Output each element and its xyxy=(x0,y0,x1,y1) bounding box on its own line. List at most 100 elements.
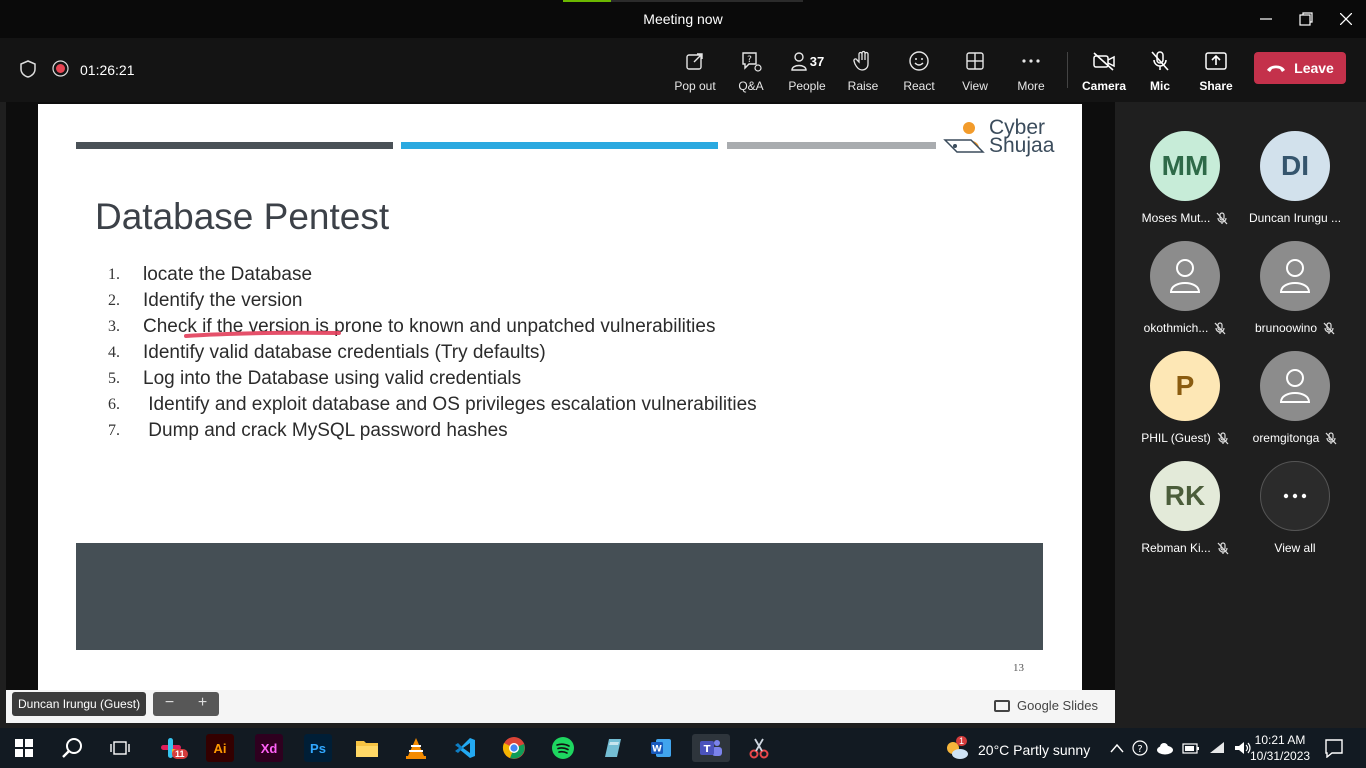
content-source-label: Google Slides xyxy=(1017,698,1098,713)
pop-out-button[interactable]: Pop out xyxy=(667,48,723,94)
bullet-number: 1. xyxy=(108,266,120,283)
taskbar-xd[interactable]: Xd xyxy=(255,734,283,762)
taskbar-search-button[interactable] xyxy=(58,734,86,762)
onedrive-cloud-icon[interactable] xyxy=(1156,741,1174,755)
avatar xyxy=(1150,241,1220,311)
participant-tile[interactable]: P PHIL (Guest) xyxy=(1130,351,1240,445)
illustrator-icon: Ai xyxy=(213,740,227,756)
system-tray: ? xyxy=(1110,740,1252,756)
avatar xyxy=(1260,241,1330,311)
participant-tile[interactable]: brunoowino xyxy=(1240,241,1350,335)
participant-name-row: View all xyxy=(1240,541,1350,555)
close-button[interactable] xyxy=(1334,8,1358,30)
people-label: People xyxy=(788,79,826,93)
slide-accent-bar-3 xyxy=(727,142,936,149)
participant-tile[interactable]: okothmich... xyxy=(1130,241,1240,335)
more-icon xyxy=(1022,59,1040,63)
slide-footer-block xyxy=(76,543,1043,650)
chrome-icon xyxy=(502,737,525,759)
taskbar-chrome[interactable] xyxy=(500,734,528,762)
help-icon[interactable]: ? xyxy=(1132,740,1148,756)
avatar: P xyxy=(1150,351,1220,421)
shield-icon[interactable] xyxy=(20,60,36,78)
pop-out-label: Pop out xyxy=(674,79,716,93)
share-button[interactable]: Share xyxy=(1188,48,1244,94)
mic-label: Mic xyxy=(1149,79,1170,93)
leave-label: Leave xyxy=(1294,60,1334,76)
zoom-out-button[interactable]: − xyxy=(153,692,186,716)
participant-name: Duncan Irungu ... xyxy=(1248,211,1342,225)
slide-bullet-item: 7. Dump and crack MySQL password hashes xyxy=(108,418,757,444)
zoom-in-button[interactable]: + xyxy=(186,692,219,716)
mic-off-icon xyxy=(1151,51,1169,71)
taskbar-photoshop[interactable]: Ps xyxy=(304,734,332,762)
mic-muted-icon xyxy=(1325,431,1337,444)
zoom-control: − + xyxy=(153,692,219,716)
people-count: 37 xyxy=(809,53,825,69)
view-label: View xyxy=(962,79,988,93)
camera-off-icon xyxy=(1093,52,1115,71)
taskbar-illustrator[interactable]: Ai xyxy=(206,734,234,762)
participant-tile[interactable]: MM Moses Mut... xyxy=(1130,131,1240,225)
raise-hand-button[interactable]: Raise xyxy=(835,48,891,94)
svg-text:?: ? xyxy=(747,55,752,65)
leave-button[interactable]: Leave xyxy=(1254,52,1346,84)
wifi-icon[interactable] xyxy=(1208,741,1226,755)
participant-tile[interactable]: oremgitonga xyxy=(1240,351,1350,445)
camera-button[interactable]: Camera xyxy=(1076,48,1132,94)
meeting-toolbar: 01:26:21 Pop out ? Q&A 37 People Raise R… xyxy=(0,38,1366,102)
person-icon xyxy=(1279,369,1311,403)
mic-button[interactable]: Mic xyxy=(1132,48,1188,94)
taskbar-word[interactable]: W xyxy=(647,734,675,762)
slide-title: Database Pentest xyxy=(95,196,390,237)
participant-tile[interactable]: RK Rebman Ki... xyxy=(1130,461,1240,555)
call-progress-bar xyxy=(563,0,803,2)
restore-button[interactable] xyxy=(1294,8,1318,30)
taskbar-snipping-tool[interactable] xyxy=(745,734,773,762)
battery-icon[interactable] xyxy=(1182,741,1200,755)
people-button[interactable]: 37 People xyxy=(779,48,835,94)
spotify-icon xyxy=(552,737,574,759)
bullet-number: 2. xyxy=(108,292,120,309)
share-label: Share xyxy=(1199,79,1233,93)
taskbar-slack[interactable]: 11 xyxy=(157,734,188,762)
teams-icon: T xyxy=(700,740,722,756)
taskbar-vlc[interactable] xyxy=(402,734,430,762)
view-all-tile[interactable]: View all xyxy=(1240,461,1350,555)
people-icon xyxy=(791,52,807,71)
notifications-button[interactable] xyxy=(1320,734,1348,762)
minimize-button[interactable] xyxy=(1254,8,1278,30)
weather-badge: 1 xyxy=(956,736,968,746)
avatar: MM xyxy=(1150,131,1220,201)
more-button[interactable]: More xyxy=(1003,48,1059,94)
taskbar-spotify[interactable] xyxy=(549,734,577,762)
taskbar-teams[interactable]: T xyxy=(692,734,730,762)
glass-app-icon xyxy=(605,739,621,757)
word-icon: W xyxy=(651,739,671,757)
taskbar-app-glass[interactable] xyxy=(598,734,626,762)
react-label: React xyxy=(903,79,935,93)
participant-name-row: brunoowino xyxy=(1240,321,1350,335)
participant-tile[interactable]: DI Duncan Irungu ... xyxy=(1240,131,1350,225)
participant-name: View all xyxy=(1274,541,1316,555)
view-button[interactable]: View xyxy=(947,48,1003,94)
xd-icon: Xd xyxy=(260,740,278,756)
weather-widget[interactable]: 1 20°C Partly sunny xyxy=(944,736,1090,761)
task-view-button[interactable] xyxy=(106,734,134,762)
clock-time: 10:21 AM xyxy=(1254,733,1306,747)
qa-icon: ? xyxy=(742,52,762,72)
raise-label: Raise xyxy=(847,79,879,93)
react-button[interactable]: React xyxy=(891,48,947,94)
notification-icon xyxy=(1325,739,1343,758)
windows-start-button[interactable] xyxy=(10,734,38,762)
system-clock[interactable]: 10:21 AM 10/31/2023 xyxy=(1250,732,1310,764)
qa-button[interactable]: ? Q&A xyxy=(723,48,779,94)
bullet-text: Identify the version xyxy=(143,290,303,311)
taskbar-file-explorer[interactable] xyxy=(353,734,381,762)
mic-muted-icon xyxy=(1214,321,1226,334)
avatar: DI xyxy=(1260,131,1330,201)
chevron-up-icon[interactable] xyxy=(1110,743,1124,753)
slide-bullet-item: 1. locate the Database xyxy=(108,262,757,288)
task-view-icon xyxy=(110,741,130,755)
taskbar-vscode[interactable] xyxy=(451,734,479,762)
